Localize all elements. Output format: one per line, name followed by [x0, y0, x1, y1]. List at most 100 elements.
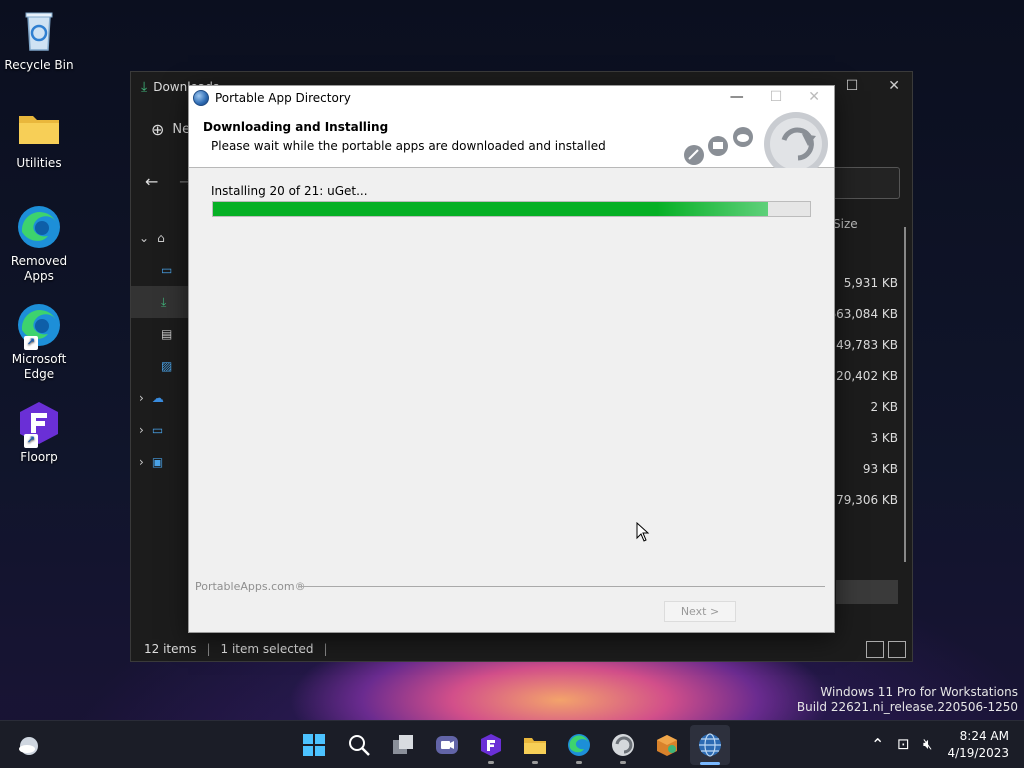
status-separator: | [206, 642, 211, 656]
desktop-icon-label: Removed Apps [10, 254, 68, 283]
install-status-text: Installing 20 of 21: uGet... [211, 184, 368, 198]
watermark-build: Build 22621.ni_release.220506-1250 [796, 700, 1018, 714]
download-icon: ⤓ [141, 79, 148, 95]
explorer-close-button[interactable]: ✕ [888, 78, 900, 94]
brand-text: PortableApps.com® [195, 580, 306, 593]
explorer-statusbar: 12 items | 1 item selected | [131, 637, 912, 661]
desktop-icon: ▭ [161, 263, 173, 277]
folder-icon [16, 106, 62, 152]
minimize-button[interactable]: — [730, 89, 744, 105]
start-icon[interactable] [302, 733, 326, 757]
mouse-cursor-icon [636, 522, 650, 542]
dialog-window-controls: — ☐ ✕ [730, 89, 820, 105]
nav-item-downloads[interactable]: ⤓ [131, 286, 189, 318]
globe-icon[interactable] [698, 733, 722, 757]
network-icon: ▣ [151, 455, 164, 469]
chevron-down-icon: ⌄ [139, 231, 150, 245]
install-progress-bar [212, 201, 811, 217]
navigation-pane: ⌄ ⌂ ▭ ⤓ ▤ ▨ › ☁ › ▭ › ▣ [131, 222, 189, 478]
next-button[interactable]: Next > [664, 601, 736, 622]
weather-icon[interactable] [17, 733, 41, 757]
teams-chat-icon[interactable] [435, 733, 459, 757]
nav-item-pictures[interactable]: ▨ [131, 350, 189, 382]
explorer-maximize-button[interactable]: ☐ [846, 78, 859, 94]
edge-icon[interactable] [567, 733, 591, 757]
dialog-header: Downloading and Installing Please wait w… [189, 110, 834, 168]
desktop-icon-floorp[interactable]: ↗ Floorp [4, 400, 74, 465]
volume-muted-icon[interactable]: 🔇︎ [923, 735, 932, 753]
desktop-icon-removed-apps[interactable]: Removed Apps [4, 204, 74, 284]
nav-item-this-pc[interactable]: › ▭ [131, 414, 189, 446]
running-indicator [620, 761, 626, 764]
nav-item-onedrive[interactable]: › ☁ [131, 382, 189, 414]
watermark-edition: Windows 11 Pro for Workstations [820, 685, 1018, 699]
close-button[interactable]: ✕ [808, 89, 820, 105]
dialog-title: Portable App Directory [215, 91, 351, 105]
desktop-icon-recycle-bin[interactable]: Recycle Bin [4, 8, 74, 73]
network-icon[interactable]: ⊡ [897, 735, 910, 753]
file-size: 5,931 KB [843, 276, 898, 290]
desktop-icon-utilities[interactable]: Utilities [4, 106, 74, 171]
file-explorer-icon[interactable] [523, 733, 547, 757]
desktop-icon-label: Microsoft Edge [11, 352, 67, 381]
nav-item-documents[interactable]: ▤ [131, 318, 189, 350]
view-toggle [866, 641, 906, 658]
cloud-icon: ☁ [151, 391, 164, 405]
running-indicator [576, 761, 582, 764]
status-separator: | [323, 642, 328, 656]
file-size: 93 KB [862, 462, 898, 476]
desktop-icon-label: Recycle Bin [4, 58, 74, 72]
download-icon: ⤓ [161, 294, 167, 309]
edge-icon: ↗ [16, 302, 62, 350]
windows-watermark: Windows 11 Pro for Workstations Build 22… [797, 685, 1018, 715]
back-arrow-icon[interactable]: ← [145, 172, 158, 191]
file-size: 49,783 KB [836, 338, 898, 352]
desktop-icon-microsoft-edge[interactable]: ↗ Microsoft Edge [4, 302, 74, 382]
computer-icon: ▭ [151, 423, 164, 437]
chevron-right-icon: › [139, 391, 144, 405]
installer-dialog[interactable]: Portable App Directory — ☐ ✕ Downloading… [188, 85, 835, 633]
maximize-button[interactable]: ☐ [770, 89, 783, 105]
search-icon[interactable] [347, 733, 371, 757]
file-size: 79,306 KB [836, 493, 898, 507]
clock-date: 4/19/2023 [947, 746, 1009, 760]
floorp-icon[interactable] [479, 733, 503, 757]
clock-time: 8:24 AM [959, 729, 1009, 743]
details-pane-placeholder [836, 580, 898, 604]
vertical-scrollbar[interactable] [904, 227, 906, 562]
desktop-icon-label: Floorp [20, 450, 58, 464]
portableapps-logo-icon [684, 112, 828, 168]
tiles-view-button[interactable] [888, 641, 906, 658]
chevron-up-icon[interactable]: ⌃ [871, 735, 884, 754]
desktop-icon-label: Utilities [16, 156, 62, 170]
shortcut-arrow-icon: ↗ [24, 434, 38, 448]
active-indicator [700, 762, 720, 765]
file-size: 3 KB [870, 431, 898, 445]
task-view-icon[interactable] [391, 733, 415, 757]
details-view-button[interactable] [866, 641, 884, 658]
taskbar-clock[interactable]: 8:24 AM 4/19/2023 [947, 728, 1009, 762]
column-header-size[interactable]: Size [833, 217, 858, 231]
globe-icon [193, 90, 209, 106]
selection-count: 1 item selected [220, 642, 314, 656]
explorer-window-controls: ☐ ✕ [846, 78, 900, 94]
file-size: 120,402 KB [828, 369, 898, 383]
running-indicator [532, 761, 538, 764]
file-size: 663,084 KB [828, 307, 898, 321]
chevron-right-icon: › [139, 455, 144, 469]
nav-item-desktop[interactable]: ▭ [131, 254, 189, 286]
portableapps-platform-icon[interactable] [611, 733, 635, 757]
nav-item-network[interactable]: › ▣ [131, 446, 189, 478]
picture-icon: ▨ [161, 359, 173, 373]
nav-item-home[interactable]: ⌄ ⌂ [131, 222, 189, 254]
progress-fill [213, 202, 769, 216]
footer-divider [298, 586, 825, 587]
dialog-subheading: Please wait while the portable apps are … [211, 139, 606, 153]
edge-icon [16, 204, 62, 250]
item-count: 12 items [144, 642, 197, 656]
chevron-right-icon: › [139, 423, 144, 437]
package-installer-icon[interactable] [655, 733, 679, 757]
running-indicator [488, 761, 494, 764]
document-icon: ▤ [161, 327, 173, 341]
taskbar: ⌃ ⊡ 🔇︎ 8:24 AM 4/19/2023 [0, 720, 1024, 768]
